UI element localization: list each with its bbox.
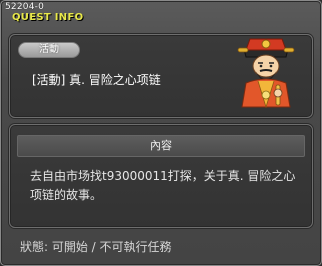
quest-type-badge: 活動	[18, 42, 80, 58]
quest-info-window: 52204-0 QUEST INFO 活動 [活動] 真. 冒险之心项链 內容 …	[0, 0, 322, 266]
quest-name: [活動] 真. 冒险之心项链	[32, 73, 161, 87]
quest-content-panel: 內容 去自由市场找t93000011打探，关于真. 冒险之心项链的故事。	[9, 124, 313, 228]
content-section-header: 內容	[17, 135, 305, 157]
quest-description: 去自由市场找t93000011打探，关于真. 冒险之心项链的故事。	[30, 169, 296, 202]
npc-official-portrait-icon	[237, 38, 295, 109]
window-title: QUEST INFO	[12, 12, 84, 23]
quest-status: 狀態: 可開始 / 不可執行任務	[20, 240, 172, 254]
quest-id: 52204-0	[5, 2, 45, 12]
